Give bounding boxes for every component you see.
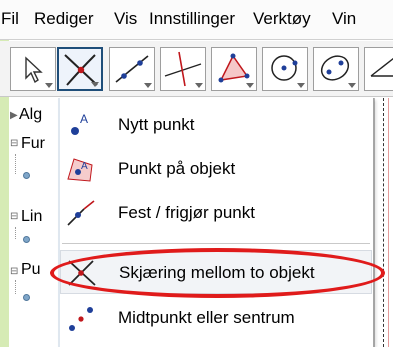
dropdown-triangle-icon (348, 83, 356, 88)
algebra-view: ▶ Alg ⊟ Fur ⊟ Lin ⊟ Pu (9, 98, 60, 347)
menu-item-label: Punkt på objekt (118, 159, 236, 178)
dropdown-triangle-icon (246, 83, 254, 88)
dropdown-triangle-icon (91, 82, 99, 87)
menu-fil[interactable]: Fil (1, 9, 19, 29)
menu-item-attach-detach-point[interactable]: Fest / frigjør punkt (60, 191, 372, 235)
tool-intersect[interactable] (57, 47, 103, 91)
algebra-header: Alg (19, 106, 43, 123)
menu-item-intersect[interactable]: Skjæring mellom to objekt (60, 250, 372, 294)
tool-move[interactable] (10, 47, 56, 91)
menu-item-label: Fest / frigjør punkt (118, 203, 255, 222)
angle-icon (370, 57, 393, 77)
tool-dropdown-menu: A Nytt punkt A Punkt på objekt Fest / fr… (58, 98, 374, 347)
visibility-bullet-icon[interactable] (23, 172, 30, 179)
menu-item-label: Skjæring mellom to objekt (119, 263, 315, 282)
axis-line (383, 98, 384, 347)
collapse-icon[interactable]: ⊟ (10, 138, 18, 149)
menu-verktoy[interactable]: Verktøy (253, 9, 311, 29)
attach-detach-point-icon (67, 200, 95, 226)
algebra-group-points[interactable]: Pu (21, 261, 41, 279)
menu-bar: Fil Rediger Vis Innstillinger Verktøy Vi… (0, 0, 393, 40)
tool-circle[interactable] (262, 47, 308, 91)
dropdown-triangle-icon (297, 83, 305, 88)
intersect-icon (68, 260, 96, 286)
visibility-bullet-icon[interactable] (23, 236, 30, 243)
tool-polygon[interactable] (211, 47, 257, 91)
menu-item-point-on-object[interactable]: A Punkt på objekt (60, 147, 372, 191)
tool-line[interactable] (109, 47, 155, 91)
tool-conic[interactable] (313, 47, 359, 91)
midpoint-icon (69, 307, 93, 331)
tree-line (15, 227, 16, 239)
expand-arrow-icon[interactable]: ▶ (10, 110, 18, 121)
tree-line (15, 154, 16, 174)
menu-rediger[interactable]: Rediger (34, 9, 94, 29)
svg-text:A: A (81, 161, 88, 172)
point-on-object-icon: A (67, 158, 93, 182)
collapse-icon[interactable]: ⊟ (10, 266, 18, 277)
visibility-bullet-icon[interactable] (23, 294, 30, 301)
menu-item-new-point[interactable]: A Nytt punkt (60, 103, 372, 147)
menu-item-label: Midtpunkt eller sentrum (118, 308, 295, 327)
menu-vis[interactable]: Vis (114, 9, 137, 29)
menu-vindu[interactable]: Vin (332, 9, 356, 29)
tool-angle[interactable] (364, 47, 393, 91)
tree-line (15, 280, 16, 294)
menu-item-midpoint[interactable]: Midtpunkt eller sentrum (60, 296, 372, 340)
menu-innstillinger[interactable]: Innstillinger (149, 9, 235, 29)
dropdown-triangle-icon (195, 83, 203, 88)
algebra-group-functions[interactable]: Fur (21, 135, 45, 153)
menu-separator (62, 243, 370, 244)
dropdown-triangle-icon (45, 83, 53, 88)
red-line (388, 98, 389, 347)
graphics-view[interactable] (374, 98, 393, 347)
dropdown-triangle-icon (144, 83, 152, 88)
collapse-icon[interactable]: ⊟ (10, 211, 18, 222)
new-point-icon: A (71, 112, 88, 135)
tool-perpendicular[interactable] (160, 47, 206, 91)
menu-item-label: Nytt punkt (118, 115, 195, 134)
svg-text:A: A (80, 112, 88, 126)
toolbar (0, 41, 393, 97)
algebra-group-lines[interactable]: Lin (21, 208, 42, 226)
